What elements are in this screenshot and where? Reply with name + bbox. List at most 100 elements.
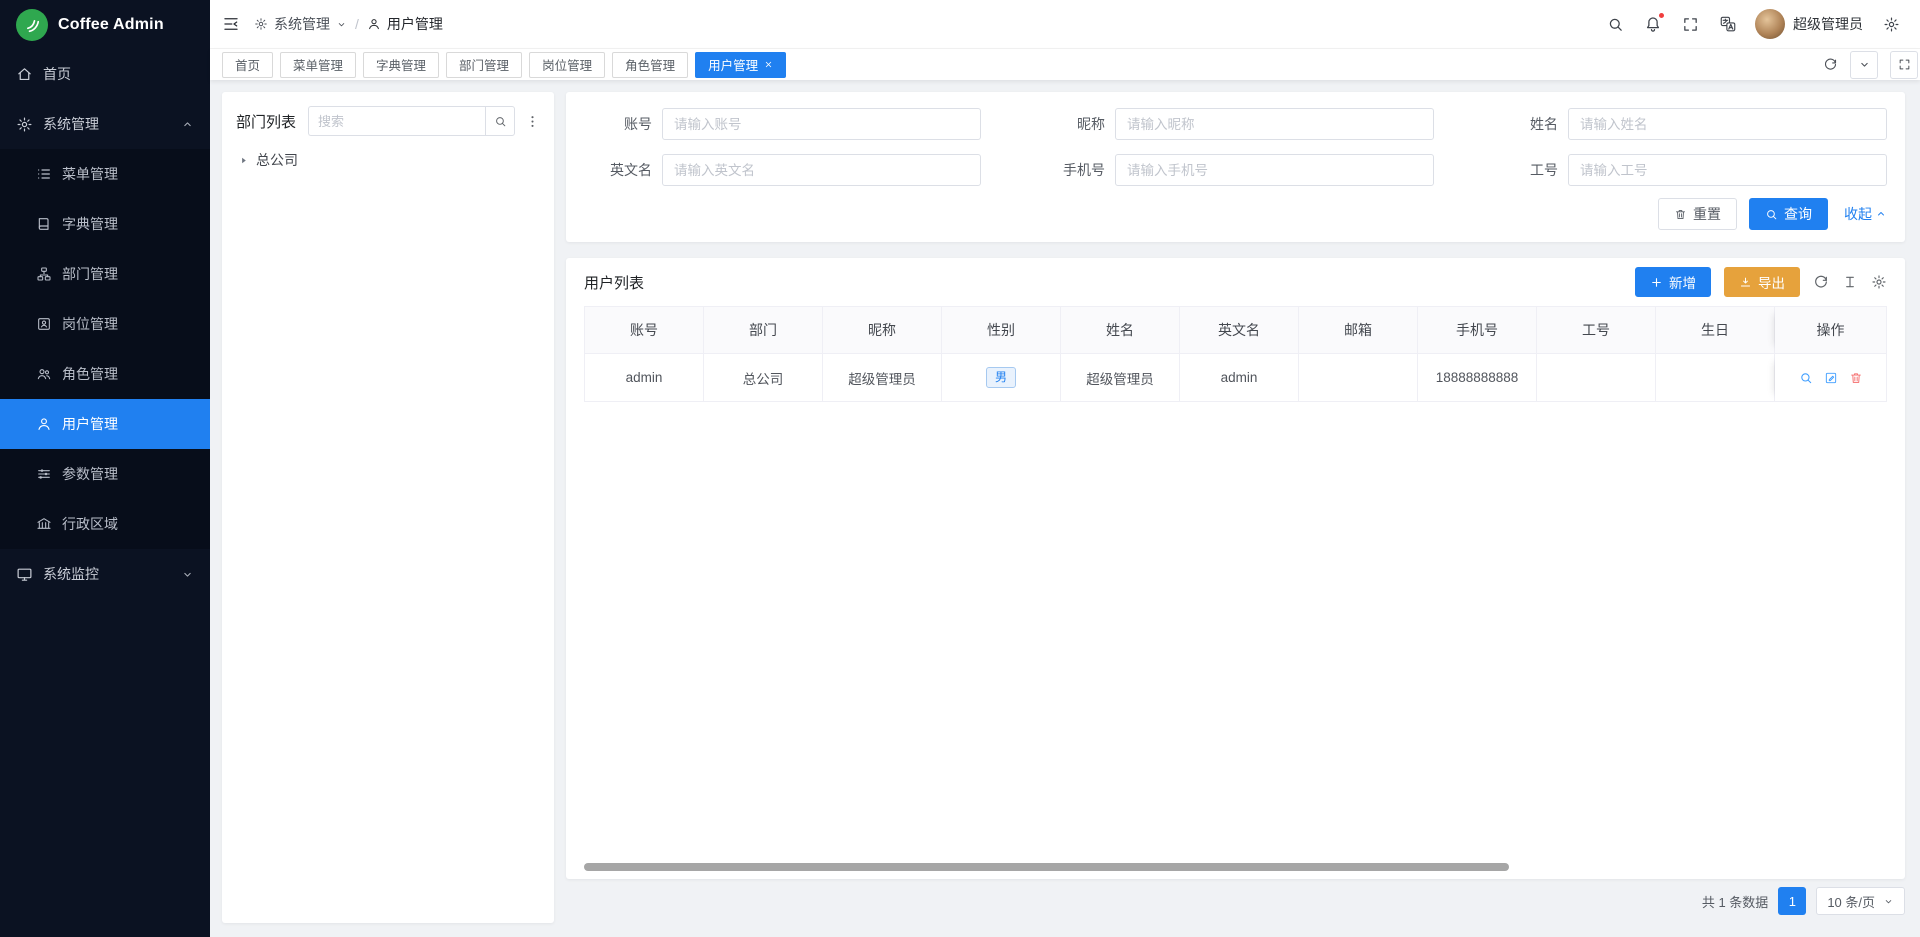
filter-label-nickname: 昵称 bbox=[1037, 114, 1105, 134]
app-title: Coffee Admin bbox=[58, 16, 164, 34]
user-table: 账号 部门 昵称 性别 姓名 英文名 邮箱 手机号 工号 生日 操作 admin bbox=[584, 306, 1887, 879]
cell-actions bbox=[1775, 354, 1887, 402]
app-logo[interactable]: Coffee Admin bbox=[0, 0, 210, 49]
filter-grid: 账号 昵称 姓名 英文名 bbox=[584, 108, 1887, 186]
search-icon[interactable] bbox=[1607, 16, 1624, 33]
sidebar-item-system-monitor[interactable]: 系统监控 bbox=[0, 549, 210, 599]
fullscreen-icon[interactable] bbox=[1682, 16, 1699, 33]
dept-panel: 部门列表 总公司 bbox=[222, 92, 554, 923]
gender-badge: 男 bbox=[986, 367, 1016, 388]
more-options-icon[interactable] bbox=[525, 114, 540, 129]
notification-bell-icon[interactable] bbox=[1644, 15, 1662, 33]
content-fullscreen-icon[interactable] bbox=[1890, 51, 1918, 79]
user-list-title: 用户列表 bbox=[584, 272, 644, 293]
system-mgmt-submenu: 菜单管理 字典管理 部门管理 岗位管理 角色管理 用户管理 bbox=[0, 149, 210, 549]
sidebar-item-post-mgmt[interactable]: 岗位管理 bbox=[0, 299, 210, 349]
tab-home[interactable]: 首页 bbox=[222, 52, 273, 78]
collapse-link[interactable]: 收起 bbox=[1844, 204, 1887, 224]
table-settings-icon[interactable] bbox=[1871, 274, 1887, 290]
dept-search-input[interactable] bbox=[308, 106, 485, 136]
name-input[interactable] bbox=[1568, 108, 1887, 140]
avatar[interactable] bbox=[1755, 9, 1785, 39]
id-card-icon bbox=[36, 316, 52, 332]
cell-name: 超级管理员 bbox=[1061, 354, 1180, 402]
add-user-button[interactable]: 新增 bbox=[1635, 267, 1711, 297]
home-icon bbox=[16, 66, 33, 83]
nickname-input[interactable] bbox=[1115, 108, 1434, 140]
cell-dept: 总公司 bbox=[704, 354, 823, 402]
sidebar-item-label: 系统管理 bbox=[43, 114, 99, 134]
delete-icon[interactable] bbox=[1849, 371, 1863, 385]
phone-input[interactable] bbox=[1115, 154, 1434, 186]
sidebar-item-system-mgmt[interactable]: 系统管理 bbox=[0, 99, 210, 149]
refresh-icon[interactable] bbox=[1823, 57, 1838, 72]
edit-icon[interactable] bbox=[1824, 371, 1838, 385]
sidebar-item-param-mgmt[interactable]: 参数管理 bbox=[0, 449, 210, 499]
pagination: 共 1 条数据 1 10 条/页 bbox=[566, 879, 1905, 923]
export-button[interactable]: 导出 bbox=[1724, 267, 1800, 297]
page-size-select[interactable]: 10 条/页 bbox=[1816, 887, 1905, 915]
sidebar-item-label: 参数管理 bbox=[62, 464, 118, 484]
column-header-account: 账号 bbox=[585, 306, 704, 354]
tab-actions-dropdown[interactable] bbox=[1850, 51, 1878, 79]
tab-role-mgmt[interactable]: 角色管理 bbox=[612, 52, 688, 78]
table-row: admin 总公司 超级管理员 男 超级管理员 admin 1888888888… bbox=[584, 354, 1887, 402]
column-header-work-id: 工号 bbox=[1537, 306, 1656, 354]
sidebar-item-label: 系统监控 bbox=[43, 564, 99, 584]
dept-search-button[interactable] bbox=[485, 106, 515, 136]
sidebar-item-menu-mgmt[interactable]: 菜单管理 bbox=[0, 149, 210, 199]
filter-panel: 账号 昵称 姓名 英文名 bbox=[566, 92, 1905, 242]
horizontal-scrollbar[interactable] bbox=[584, 863, 1509, 871]
settings-gear-icon[interactable] bbox=[1883, 16, 1900, 33]
sidebar-item-label: 首页 bbox=[43, 64, 71, 84]
page-1-button[interactable]: 1 bbox=[1778, 887, 1806, 915]
tree-node-label: 总公司 bbox=[256, 150, 298, 170]
translate-icon[interactable] bbox=[1719, 15, 1737, 33]
current-user-name[interactable]: 超级管理员 bbox=[1793, 14, 1863, 34]
sidebar-item-role-mgmt[interactable]: 角色管理 bbox=[0, 349, 210, 399]
work-id-input[interactable] bbox=[1568, 154, 1887, 186]
menu-list-icon bbox=[36, 166, 52, 182]
table-empty-area bbox=[584, 402, 1887, 863]
users-icon bbox=[36, 366, 52, 382]
collapse-link-label: 收起 bbox=[1844, 204, 1872, 224]
tab-label: 首页 bbox=[235, 55, 260, 74]
tab-controls bbox=[1823, 51, 1920, 79]
breadcrumb-system-mgmt[interactable]: 系统管理 bbox=[254, 14, 347, 34]
filter-label-name: 姓名 bbox=[1490, 114, 1558, 134]
export-icon bbox=[1739, 276, 1752, 289]
cell-birthday bbox=[1656, 354, 1775, 402]
tab-menu-mgmt[interactable]: 菜单管理 bbox=[280, 52, 356, 78]
tab-label: 角色管理 bbox=[625, 55, 675, 74]
tree-node-company[interactable]: 总公司 bbox=[236, 150, 540, 170]
breadcrumb-user-mgmt[interactable]: 用户管理 bbox=[367, 14, 443, 34]
refresh-icon[interactable] bbox=[1813, 274, 1829, 290]
english-name-input[interactable] bbox=[662, 154, 981, 186]
filter-field-nickname: 昵称 bbox=[1037, 108, 1434, 140]
account-input[interactable] bbox=[662, 108, 981, 140]
sidebar-item-dict-mgmt[interactable]: 字典管理 bbox=[0, 199, 210, 249]
column-header-email: 邮箱 bbox=[1299, 306, 1418, 354]
sidebar-item-home[interactable]: 首页 bbox=[0, 49, 210, 99]
tab-user-mgmt[interactable]: 用户管理 bbox=[695, 52, 786, 78]
column-height-icon[interactable] bbox=[1842, 274, 1858, 290]
query-button[interactable]: 查询 bbox=[1749, 198, 1828, 230]
tab-label: 字典管理 bbox=[376, 55, 426, 74]
query-button-label: 查询 bbox=[1784, 204, 1812, 224]
reset-button[interactable]: 重置 bbox=[1658, 198, 1737, 230]
sidebar-item-user-mgmt[interactable]: 用户管理 bbox=[0, 399, 210, 449]
menu-fold-icon[interactable] bbox=[222, 15, 240, 33]
tab-dept-mgmt[interactable]: 部门管理 bbox=[446, 52, 522, 78]
tab-dict-mgmt[interactable]: 字典管理 bbox=[363, 52, 439, 78]
sidebar-item-dept-mgmt[interactable]: 部门管理 bbox=[0, 249, 210, 299]
clear-icon bbox=[1674, 208, 1687, 221]
sidebar-item-label: 用户管理 bbox=[62, 414, 118, 434]
tab-post-mgmt[interactable]: 岗位管理 bbox=[529, 52, 605, 78]
cell-work-id bbox=[1537, 354, 1656, 402]
chevron-up-icon bbox=[181, 118, 194, 131]
view-icon[interactable] bbox=[1799, 371, 1813, 385]
close-icon[interactable] bbox=[764, 60, 773, 69]
chevron-down-icon bbox=[181, 568, 194, 581]
column-header-dept: 部门 bbox=[704, 306, 823, 354]
sidebar-item-admin-region[interactable]: 行政区域 bbox=[0, 499, 210, 549]
